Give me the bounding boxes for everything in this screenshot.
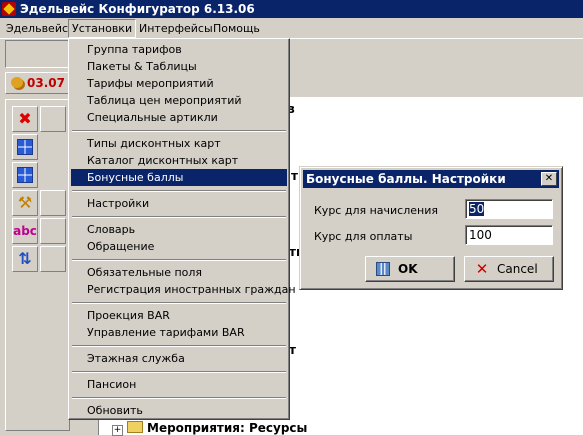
accrual-rate-label: Курс для начисления [314, 204, 438, 217]
expand-icon[interactable]: + [112, 425, 123, 436]
menu-item-packages-tables[interactable]: Пакеты & Таблицы [71, 58, 287, 75]
menu-item-discount-card-types[interactable]: Типы дисконтных карт [71, 135, 287, 152]
refresh-icon: ⇅ [18, 249, 32, 268]
calculator-icon [376, 262, 390, 276]
menu-item-required-fields[interactable]: Обязательные поля [71, 264, 287, 281]
menu-bar: Эдельвейс Установки Интерфейсы Помощь [0, 19, 583, 39]
tools-button[interactable]: ⚒ [12, 190, 38, 216]
grid-icon [17, 139, 33, 155]
menu-separator [72, 130, 286, 132]
payment-rate-input[interactable]: 100 [465, 225, 553, 245]
menu-item-bonus-points[interactable]: Бонусные баллы [71, 169, 287, 186]
menu-interfaces[interactable]: Интерфейсы [136, 19, 216, 38]
toolbar-button-hidden-1[interactable] [40, 106, 66, 132]
date-text: 03.07 [27, 76, 65, 90]
menu-separator [72, 216, 286, 218]
menu-item-housekeeping[interactable]: Этажная служба [71, 350, 287, 367]
left-top-panel [5, 40, 70, 68]
menu-item-dictionary[interactable]: Словарь [71, 221, 287, 238]
menu-item-foreign-registration[interactable]: Регистрация иностранных граждан [71, 281, 296, 298]
ok-button-label: OK [398, 262, 418, 276]
tree-fragment: т [289, 343, 296, 357]
menu-separator [72, 345, 286, 347]
coins-icon [11, 77, 23, 88]
accrual-rate-value: 50 [469, 202, 485, 216]
app-logo-icon [2, 2, 16, 16]
menu-separator [72, 302, 286, 304]
menu-help[interactable]: Помощь [210, 19, 263, 38]
tree-item-events-resources[interactable]: + Мероприятия: Ресурсы [112, 421, 307, 436]
menu-item-refresh[interactable]: Обновить [71, 402, 287, 419]
grid-button-2[interactable] [12, 162, 38, 188]
grid-button-1[interactable] [12, 134, 38, 160]
tree-fragment: т [291, 169, 298, 183]
grid-icon [17, 167, 33, 183]
delete-icon: ✖ [18, 109, 32, 128]
ok-button[interactable]: OK [365, 256, 455, 282]
spellcheck-button[interactable]: abc [12, 218, 38, 244]
menu-item-discount-card-catalog[interactable]: Каталог дисконтных карт [71, 152, 287, 169]
menu-item-event-price-table[interactable]: Таблица цен мероприятий [71, 92, 287, 109]
toolbar-button-hidden-3[interactable] [40, 218, 66, 244]
spellcheck-icon: abc [13, 224, 37, 238]
delete-button[interactable]: ✖ [12, 106, 38, 132]
folder-icon [127, 421, 143, 433]
menu-settings[interactable]: Установки [68, 19, 137, 38]
settings-dropdown-menu: Группа тарифов Пакеты & Таблицы Тарифы м… [68, 38, 296, 420]
close-icon[interactable]: ✕ [541, 172, 557, 186]
dialog-titlebar: Бонусные баллы. Настройки ✕ [303, 170, 559, 188]
cancel-button[interactable]: ✕ Cancel [464, 256, 554, 282]
cancel-x-icon: ✕ [475, 260, 489, 278]
menu-item-salutation[interactable]: Обращение [71, 238, 287, 255]
menu-separator [72, 397, 286, 399]
toolbar-button-hidden-4[interactable] [40, 246, 66, 272]
bonus-points-settings-dialog: Бонусные баллы. Настройки ✕ Курс для нач… [299, 166, 563, 290]
tools-icon: ⚒ [17, 193, 33, 212]
window-title: Эдельвейс Конфигуратор 6.13.06 [20, 2, 255, 16]
toolbar-button-hidden-2[interactable] [40, 190, 66, 216]
side-toolbar: ✖ ⚒ abc ⇅ [5, 99, 70, 431]
menu-item-settings[interactable]: Настройки [71, 195, 287, 212]
cancel-button-label: Cancel [497, 262, 538, 276]
menu-separator [72, 259, 286, 261]
menu-item-board[interactable]: Пансион [71, 376, 287, 393]
date-panel: 03.07 [5, 72, 70, 94]
refresh-button[interactable]: ⇅ [12, 246, 38, 272]
accrual-rate-input[interactable]: 50 [465, 199, 553, 219]
window-titlebar: Эдельвейс Конфигуратор 6.13.06 [0, 0, 583, 18]
menu-edelweiss[interactable]: Эдельвейс [3, 19, 71, 38]
menu-item-special-articles[interactable]: Специальные артикли [71, 109, 287, 126]
menu-item-event-tariffs[interactable]: Тарифы мероприятий [71, 75, 287, 92]
menu-separator [72, 190, 286, 192]
menu-item-bar-tariff-management[interactable]: Управление тарифами BAR [71, 324, 287, 341]
dialog-title: Бонусные баллы. Настройки [306, 172, 506, 186]
payment-rate-value: 100 [469, 228, 492, 242]
tree-item-label: Мероприятия: Ресурсы [147, 421, 308, 435]
menu-item-tariff-group[interactable]: Группа тарифов [71, 41, 287, 58]
menu-item-bar-projection[interactable]: Проекция BAR [71, 307, 287, 324]
payment-rate-label: Курс для оплаты [314, 230, 413, 243]
menu-separator [72, 371, 286, 373]
